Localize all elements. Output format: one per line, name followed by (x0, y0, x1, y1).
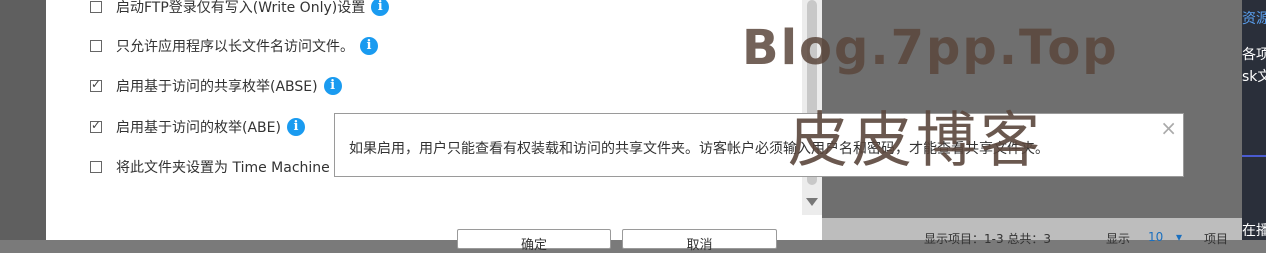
option-time-machine[interactable]: 将此文件夹设置为 Time Machine (90, 155, 330, 179)
close-icon[interactable]: × (1160, 116, 1177, 140)
left-backdrop (0, 0, 46, 240)
cancel-button[interactable]: 取消 (622, 229, 777, 253)
page-size-select[interactable]: 10 (1148, 230, 1163, 244)
side-accent-line (1242, 155, 1266, 157)
pagination-footer: 显示项目：1-3 总共：3 显示 10 ▾ 项目 (822, 218, 1242, 246)
chevron-down-icon[interactable] (806, 198, 818, 206)
watermark-blog: Blog.7pp.Top (742, 20, 1119, 76)
info-icon[interactable]: i (286, 118, 305, 136)
option-label: 将此文件夹设置为 Time Machine (116, 160, 330, 176)
side-text-1: 资源 (1242, 11, 1266, 27)
option-abe[interactable]: 启用基于访问的枚举(ABE) i (90, 115, 305, 139)
checkbox[interactable] (90, 161, 102, 173)
cancel-label: 取消 (686, 238, 713, 253)
chevron-down-icon[interactable]: ▾ (1176, 230, 1182, 244)
watermark-title: 皮皮博客 (788, 106, 1044, 176)
side-text-4: 在播 (1242, 223, 1266, 239)
info-tooltip: 如果启用，用户只能查看有权装载和访问的共享文件夹。访客帐户必须输入用户名和密码，… (334, 113, 1184, 177)
side-text-2: 各项 (1242, 47, 1266, 63)
option-label: 启用基于访问的共享枚举(ABSE) (116, 79, 318, 95)
checkbox[interactable] (90, 40, 102, 52)
side-panel: 资源 各项 sk文 在播 (1242, 0, 1266, 240)
option-label: 启动FTP登录仅有写入(Write Only)设置 (116, 0, 366, 16)
checkbox[interactable] (90, 77, 102, 92)
checkbox[interactable] (90, 118, 102, 133)
items-unit-label: 项目 (1204, 232, 1229, 246)
option-abse[interactable]: 启用基于访问的共享枚举(ABSE) i (90, 74, 342, 98)
option-label: 只允许应用程序以长文件名访问文件。 (116, 39, 354, 55)
option-ftp-write-only[interactable]: 启动FTP登录仅有写入(Write Only)设置 i (90, 0, 390, 19)
info-icon[interactable]: i (371, 0, 390, 16)
show-label: 显示 (1106, 232, 1131, 246)
items-count-label: 显示项目：1-3 总共：3 (924, 232, 1052, 246)
ok-button[interactable]: 确定 (457, 229, 611, 253)
info-icon[interactable]: i (323, 77, 342, 95)
ok-label: 确定 (520, 238, 548, 253)
side-text-3: sk文 (1242, 69, 1266, 85)
checkbox[interactable] (90, 1, 102, 13)
option-long-filename[interactable]: 只允许应用程序以长文件名访问文件。 i (90, 34, 378, 58)
info-icon[interactable]: i (360, 37, 378, 55)
option-label: 启用基于访问的枚举(ABE) (116, 120, 281, 136)
